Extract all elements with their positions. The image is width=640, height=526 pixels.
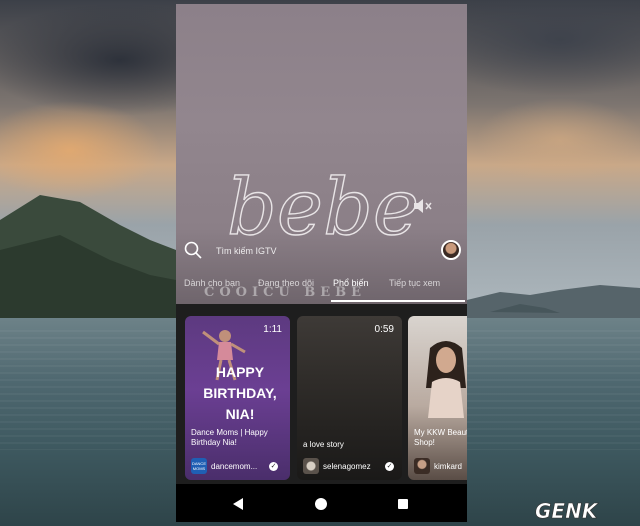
back-icon[interactable] <box>232 498 244 510</box>
woman-thumbnail <box>426 341 466 418</box>
channel-name: kimkard <box>434 462 463 471</box>
video-title: Dance Moms | Happy Birthday Nia! <box>191 428 268 447</box>
channel-name: selenagomez <box>323 462 371 471</box>
video-title: My KKW Beauty Shop! <box>414 428 467 447</box>
volume-mute-icon[interactable] <box>412 198 434 214</box>
genk-logo: GENK <box>535 500 599 522</box>
search-placeholder[interactable]: Tìm kiếm IGTV <box>216 246 277 256</box>
video-card[interactable]: 0:59 a love story selenagomez ✓ <box>297 316 402 480</box>
home-icon[interactable] <box>315 498 327 510</box>
watermark-text: COOICU BEBE <box>204 285 367 300</box>
channel-name: dancemom... <box>211 462 258 471</box>
video-card[interactable]: 1:11 HAPPY BIRTHDAY, NIA! Dance Moms | H… <box>185 316 290 480</box>
search-bar[interactable]: Tìm kiếm IGTV <box>184 238 461 264</box>
overlay-line: NIA! <box>225 406 255 422</box>
video-duration: 0:59 <box>374 324 394 335</box>
video-card[interactable]: My KKW Beauty Shop! kimkard <box>408 316 467 480</box>
channel-avatar <box>303 458 319 474</box>
thumbnail-overlay-text: HAPPY BIRTHDAY, NIA! <box>195 362 285 425</box>
phone-screen: bebe Tìm kiếm IGTV Dành cho bạn Đang the… <box>176 4 467 522</box>
overlay-line: HAPPY <box>215 364 265 380</box>
verified-badge-icon: ✓ <box>269 462 278 471</box>
profile-avatar[interactable] <box>441 240 461 260</box>
tab-continue-watching[interactable]: Tiếp tục xem <box>389 278 440 288</box>
genk-logo-text: GENK <box>535 500 599 522</box>
android-navigation-bar <box>176 484 467 522</box>
search-icon[interactable] <box>184 241 202 259</box>
channel-info[interactable]: DANCE MOMS dancemom... ✓ <box>191 458 289 474</box>
channel-avatar <box>414 458 430 474</box>
video-carousel: 1:11 HAPPY BIRTHDAY, NIA! Dance Moms | H… <box>176 308 467 494</box>
recent-apps-icon[interactable] <box>398 499 408 509</box>
video-duration: 1:11 <box>263 324 282 335</box>
video-title: a love story <box>303 440 344 449</box>
verified-badge-icon: ✓ <box>385 462 394 471</box>
channel-info[interactable]: kimkard <box>414 458 467 474</box>
channel-info[interactable]: selenagomez ✓ <box>303 458 401 474</box>
active-tab-indicator <box>331 300 465 302</box>
overlay-line: BIRTHDAY, <box>203 385 277 401</box>
channel-logo: DANCE MOMS <box>191 458 207 474</box>
